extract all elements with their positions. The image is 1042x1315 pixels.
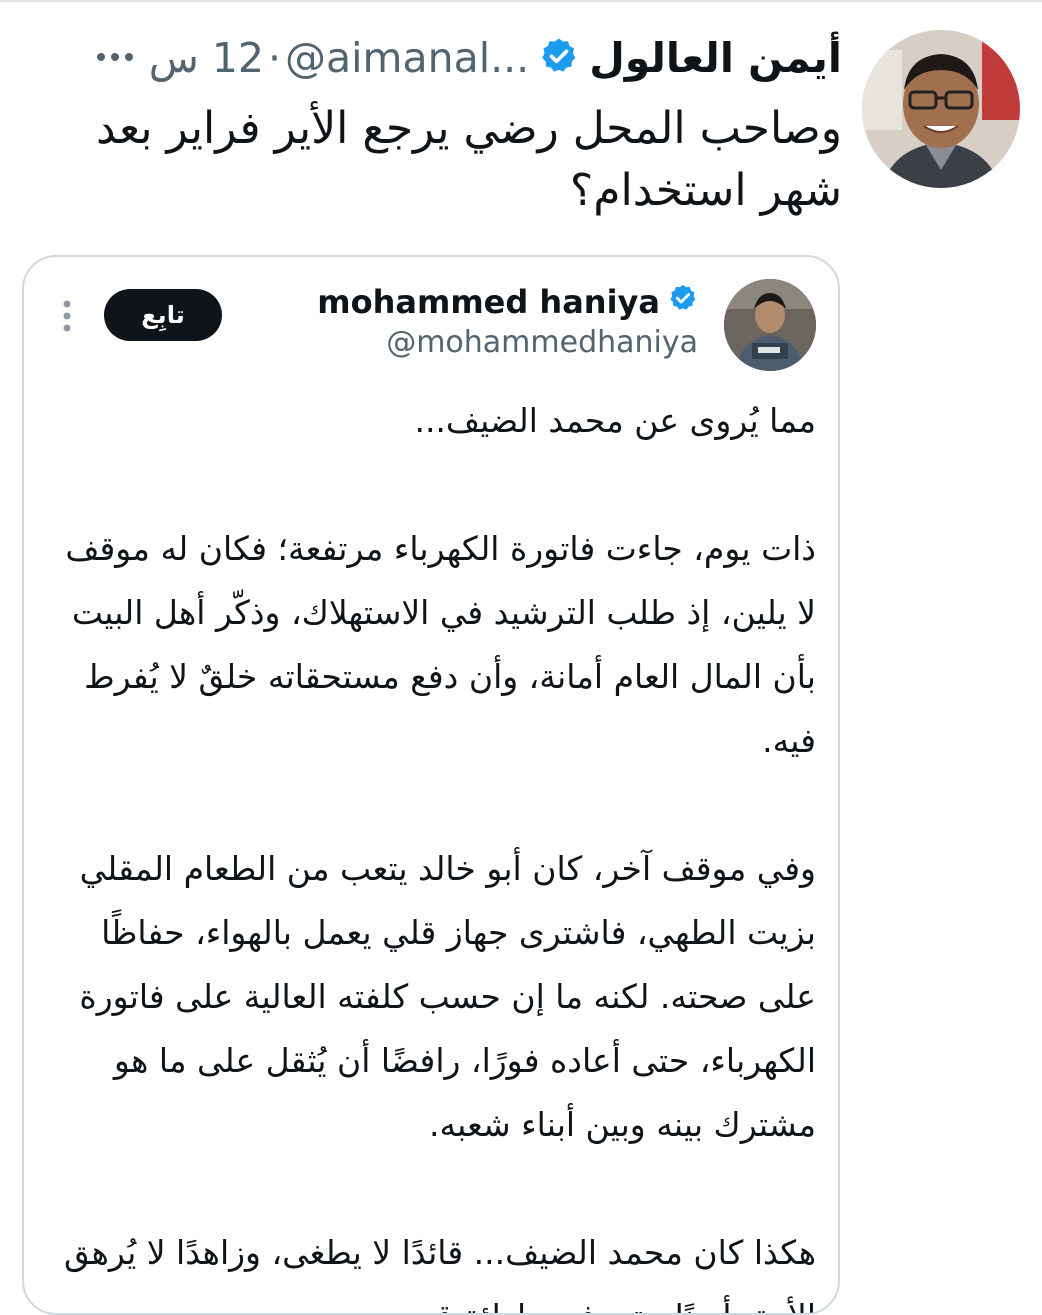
tweet-text-line: شهر استخدام؟ — [569, 165, 842, 216]
quoted-paragraph: مما يُروى عن محمد الضيف... — [414, 401, 816, 440]
author-avatar[interactable] — [862, 30, 1020, 188]
more-options-icon[interactable] — [62, 299, 72, 337]
follow-button[interactable]: تابِع — [104, 289, 222, 341]
quoted-author-name[interactable]: mohammed haniya — [317, 283, 660, 321]
quoted-tweet-card[interactable]: mohammed haniya @mohammedhaniya تابِع مم… — [22, 255, 840, 1315]
quoted-author-avatar[interactable] — [724, 279, 816, 371]
quoted-author-name-row[interactable]: mohammed haniya — [317, 283, 698, 321]
more-options-icon[interactable] — [95, 49, 135, 68]
tweet-header: أيمن العالول @aimanal... · 12 س — [22, 26, 842, 90]
tweet-time[interactable]: 12 س — [149, 34, 264, 82]
quoted-paragraph: ذات يوم، جاءت فاتورة الكهرباء مرتفعة؛ فك… — [65, 529, 816, 760]
top-divider — [0, 0, 1042, 2]
author-name[interactable]: أيمن العالول — [589, 34, 842, 82]
quoted-paragraph: هكذا كان محمد الضيف... قائدًا لا يطغى، و… — [63, 1233, 816, 1313]
quoted-tweet-body: مما يُروى عن محمد الضيف... ذات يوم، جاءت… — [56, 389, 816, 1313]
tweet-text: وصاحب المحل رضي يرجع الأير فراير بعد شهر… — [22, 98, 842, 222]
verified-badge-icon — [539, 36, 579, 80]
tweet-text-line: وصاحب المحل رضي يرجع الأير فراير بعد — [95, 103, 842, 154]
separator-dot: · — [267, 34, 282, 82]
quoted-author-handle[interactable]: @mohammedhaniya — [386, 325, 698, 360]
author-handle[interactable]: @aimanal... — [285, 34, 529, 82]
verified-badge-icon — [668, 283, 698, 321]
quoted-paragraph: وفي موقف آخر، كان أبو خالد يتعب من الطعا… — [79, 849, 816, 1144]
